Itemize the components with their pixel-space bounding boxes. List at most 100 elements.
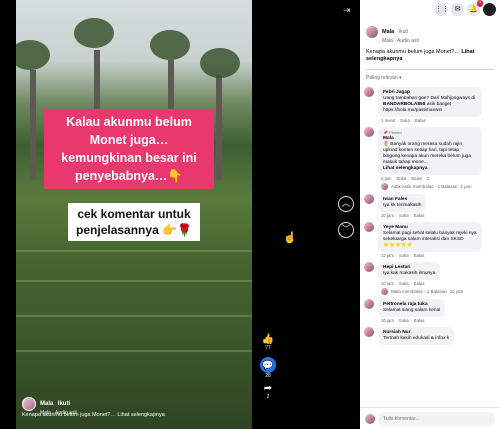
chevron-up-icon: ︿ xyxy=(341,198,351,208)
commenter-avatar[interactable] xyxy=(364,127,374,137)
like-link[interactable]: Suka xyxy=(399,213,409,218)
reaction-count[interactable]: 2 xyxy=(427,176,429,181)
comment-bubble: 📌 Pinned Mala 🌷 Banyak orang merasa suda… xyxy=(378,127,482,175)
comment-meta: 2 jam Suka Balas 2 xyxy=(381,176,496,181)
reply-link[interactable]: Balas xyxy=(414,253,425,258)
view-replies-link[interactable]: Mala membalas · 1 Balasan 10 jam xyxy=(381,288,496,295)
commenter-avatar[interactable] xyxy=(364,299,374,309)
comment-action[interactable]: 💬 28 xyxy=(258,357,278,379)
like-link[interactable]: Suka xyxy=(399,253,409,258)
comment-meta: 1 menit Suka Balas xyxy=(381,118,496,123)
palm-leaves xyxy=(150,30,190,60)
notifications-icon[interactable]: 🔔 • xyxy=(467,0,483,16)
comments-panel: ⋮⋮ ✉ 🔔 • Mala Ikuti Mala · Audio asli Ken… xyxy=(360,0,500,429)
comment-meta: 10 jam Suka Balas xyxy=(381,213,496,218)
post-audio[interactable]: Mala · Audio asli xyxy=(382,38,419,44)
like-count: 77 xyxy=(265,345,271,351)
comment-item: Yeye Manu Selamat pagi sehat selalu bany… xyxy=(364,222,496,252)
replies-label[interactable]: Astik Astik membalas · 1 Balasan xyxy=(391,184,458,189)
commenter-avatar[interactable] xyxy=(364,87,374,97)
previous-video-button[interactable]: ︿ xyxy=(338,196,354,212)
comment-composer xyxy=(360,407,500,429)
commenter-avatar[interactable] xyxy=(364,194,374,204)
profile-avatar[interactable] xyxy=(483,2,496,16)
comment-text-bold: BANDARBOLA855 xyxy=(383,102,426,107)
my-avatar[interactable] xyxy=(365,413,375,424)
post-text-body: Kenapa akunmu belum juga Monet?… xyxy=(366,49,460,55)
like-link[interactable]: Suka xyxy=(399,318,409,323)
comment-item: Iwan Fales Iya kk terimakasih xyxy=(364,194,496,212)
mouse-cursor-icon: ☝ xyxy=(283,232,297,244)
collapse-panel-icon[interactable]: ⇥ xyxy=(343,5,351,16)
comment-time[interactable]: 12 jam xyxy=(381,253,394,258)
post-author-name[interactable]: Mala xyxy=(382,29,394,35)
comment-icon: 💬 xyxy=(260,357,276,373)
comment-time[interactable]: 1 menit xyxy=(381,118,395,123)
comment-bubble: Nursiah Nur Termah kasih edukasi & infox… xyxy=(378,327,455,345)
notification-badge: • xyxy=(477,0,483,7)
reply-link[interactable]: Balas xyxy=(414,213,425,218)
reply-avatar xyxy=(381,288,388,295)
reply-link[interactable]: Balas xyxy=(414,281,425,286)
palm-leaves xyxy=(16,40,50,70)
palm-leaves xyxy=(200,48,240,78)
comment-text: Uang tambahan gue? Dari Mahjongways di xyxy=(383,96,475,101)
reply-link[interactable]: Balas xyxy=(411,176,422,181)
view-replies-link[interactable]: Astik Astik membalas · 1 Balasan 1 jam xyxy=(381,183,496,190)
comment-text: Selamat pagi sehat selalu banyak rejeki … xyxy=(383,231,477,248)
comment-bubble: Yeye Manu Selamat pagi sehat selalu bany… xyxy=(378,222,482,252)
post-header: Mala Ikuti Mala · Audio asli xyxy=(360,18,500,46)
replies-label[interactable]: Mala membalas · 1 Balasan xyxy=(391,289,447,294)
next-video-button[interactable]: ﹀ xyxy=(338,222,354,238)
commenter-avatar[interactable] xyxy=(364,327,374,337)
like-action[interactable]: 👍 77 xyxy=(258,334,278,351)
chevron-down-icon: ﹀ xyxy=(341,224,351,234)
comment-text: Iya kak makasih ilmunya xyxy=(383,271,436,276)
commenter-avatar[interactable] xyxy=(364,222,374,232)
comment-time[interactable]: 10 jam xyxy=(381,281,394,286)
post-follow-link[interactable]: Ikuti xyxy=(399,29,408,35)
commenter-avatar[interactable] xyxy=(364,262,374,272)
author-name[interactable]: Mala xyxy=(40,401,53,407)
share-count: 2 xyxy=(266,394,270,400)
comment-text: Selamat siang salam kenal xyxy=(383,308,441,313)
video-caption-note: cek komentar untuk penjelasannya 👉🌹 xyxy=(68,203,200,241)
comment-item: Nursiah Nur Termah kasih edukasi & infox… xyxy=(364,327,496,345)
reply-link[interactable]: Balas xyxy=(415,118,426,123)
see-more-link[interactable]: Lihat selengkapnya xyxy=(383,166,477,172)
comment-item: Hepi Lestari Iya kak makasih ilmunya xyxy=(364,262,496,280)
comment-text: 🌷 Banyak orang merasa sudah rajin upload… xyxy=(383,142,472,165)
author-avatar[interactable] xyxy=(22,397,36,411)
top-bar: ⋮⋮ ✉ 🔔 • xyxy=(360,0,500,18)
comment-meta: 10 jam Suka Balas xyxy=(381,318,496,323)
video-caption-highlight: Kalau akunmu belum Monet juga… kemungkin… xyxy=(44,109,214,189)
comment-input[interactable] xyxy=(378,411,495,426)
messenger-icon[interactable]: ✉ xyxy=(451,2,464,16)
post-author-avatar[interactable] xyxy=(366,26,378,38)
reply-link[interactable]: Balas xyxy=(414,318,425,323)
comment-time[interactable]: 10 jam xyxy=(381,318,394,323)
comment-time[interactable]: 2 jam xyxy=(381,176,392,181)
comment-bubble: Febri Jagap Uang tambahan gue? Dari Mahj… xyxy=(378,87,482,117)
comment-meta: 10 jam Suka Balas xyxy=(381,281,496,286)
comment-bubble: Pettronela raja tuka Selamat siang salam… xyxy=(378,299,446,317)
divider xyxy=(366,69,494,70)
comment-item: 📌 Pinned Mala 🌷 Banyak orang merasa suda… xyxy=(364,127,496,175)
reply-time: 10 jam xyxy=(449,289,464,294)
comment-item: Pettronela raja tuka Selamat siang salam… xyxy=(364,299,496,317)
palm-tree xyxy=(30,70,36,181)
comment-time[interactable]: 10 jam xyxy=(381,213,394,218)
sort-dropdown[interactable]: Paling relevan ▾ xyxy=(360,73,500,83)
like-link[interactable]: Suka xyxy=(399,281,409,286)
share-icon: ➦ xyxy=(263,383,273,394)
palm-leaves xyxy=(74,18,114,48)
comment-list: Febri Jagap Uang tambahan gue? Dari Mahj… xyxy=(360,87,500,345)
like-link[interactable]: Suka xyxy=(400,118,410,123)
palm-tree xyxy=(216,75,222,181)
like-link[interactable]: Suka xyxy=(397,176,407,181)
share-action[interactable]: ➦ 2 xyxy=(258,383,278,400)
follow-link[interactable]: Ikuti xyxy=(58,401,70,407)
video-description[interactable]: Kenapa akunmu belum juga Monet?… Lihat s… xyxy=(22,412,165,418)
comment-meta: 12 jam Suka Balas xyxy=(381,253,496,258)
menu-grid-icon[interactable]: ⋮⋮ xyxy=(435,2,449,16)
